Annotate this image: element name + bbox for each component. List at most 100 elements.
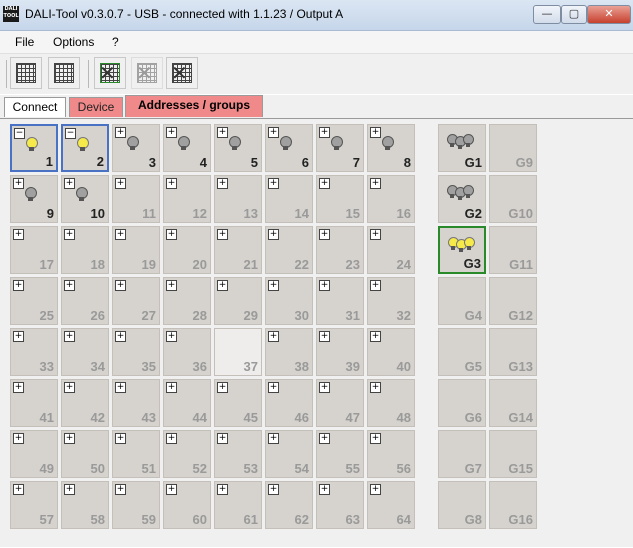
address-cell[interactable]: +41 [10,379,58,427]
address-cell[interactable]: +43 [112,379,160,427]
group-cell[interactable]: G8 [438,481,486,529]
group-cell[interactable]: G14 [489,379,537,427]
expand-icon[interactable]: + [319,433,330,444]
expand-icon[interactable]: + [217,484,228,495]
group-cell[interactable]: G5 [438,328,486,376]
expand-icon[interactable]: + [319,229,330,240]
expand-icon[interactable]: + [166,280,177,291]
grid-button[interactable] [10,57,42,89]
expand-icon[interactable]: + [64,178,75,189]
expand-icon[interactable]: + [217,433,228,444]
expand-icon[interactable]: + [13,178,24,189]
address-cell[interactable]: +63 [316,481,364,529]
address-cell[interactable]: +5 [214,124,262,172]
address-cell[interactable]: +26 [61,277,109,325]
address-cell[interactable]: +64 [367,481,415,529]
expand-icon[interactable]: + [319,127,330,138]
expand-icon[interactable]: + [370,229,381,240]
address-cell[interactable]: +13 [214,175,262,223]
grid-resize-button[interactable] [48,57,80,89]
address-cell[interactable]: +58 [61,481,109,529]
address-cell[interactable]: +52 [163,430,211,478]
expand-icon[interactable]: + [319,280,330,291]
close-button[interactable]: ✕ [587,5,631,24]
expand-icon[interactable]: + [268,178,279,189]
address-cell[interactable]: +59 [112,481,160,529]
address-cell[interactable]: +19 [112,226,160,274]
address-cell[interactable]: +22 [265,226,313,274]
expand-icon[interactable]: + [217,127,228,138]
address-cell[interactable]: +31 [316,277,364,325]
address-cell[interactable]: +51 [112,430,160,478]
address-cell[interactable]: +62 [265,481,313,529]
group-cell[interactable]: G15 [489,430,537,478]
address-cell[interactable]: +3 [112,124,160,172]
expand-icon[interactable]: + [370,331,381,342]
address-cell[interactable]: +27 [112,277,160,325]
expand-icon[interactable]: + [115,484,126,495]
expand-icon[interactable]: + [115,433,126,444]
address-cell[interactable]: +11 [112,175,160,223]
expand-icon[interactable]: + [370,127,381,138]
expand-icon[interactable]: + [115,280,126,291]
group-cell[interactable]: G6 [438,379,486,427]
expand-icon[interactable]: + [13,331,24,342]
address-cell[interactable]: +60 [163,481,211,529]
expand-icon[interactable]: + [166,127,177,138]
expand-icon[interactable]: + [115,127,126,138]
group-cell[interactable]: G4 [438,277,486,325]
expand-icon[interactable]: + [166,433,177,444]
address-cell[interactable]: +30 [265,277,313,325]
expand-icon[interactable]: + [64,433,75,444]
group-cell[interactable]: G1 [438,124,486,172]
group-cell[interactable]: G12 [489,277,537,325]
address-cell[interactable]: +9 [10,175,58,223]
group-cell[interactable]: G16 [489,481,537,529]
expand-icon[interactable]: + [370,433,381,444]
menu-file[interactable]: File [15,35,34,49]
expand-icon[interactable]: + [13,382,24,393]
expand-icon[interactable]: + [268,127,279,138]
address-cell[interactable]: +32 [367,277,415,325]
maximize-button[interactable]: ▢ [561,5,587,24]
expand-icon[interactable]: + [166,382,177,393]
address-cell[interactable]: +38 [265,328,313,376]
expand-icon[interactable]: + [370,178,381,189]
expand-icon[interactable]: + [268,484,279,495]
expand-icon[interactable]: + [166,484,177,495]
address-cell[interactable]: +57 [10,481,58,529]
expand-icon[interactable]: + [166,178,177,189]
grid-delete-all-button[interactable]: ✕ [166,57,198,89]
address-cell[interactable]: +4 [163,124,211,172]
address-cell[interactable]: +44 [163,379,211,427]
expand-icon[interactable]: + [115,229,126,240]
expand-icon[interactable]: + [217,178,228,189]
expand-icon[interactable]: + [370,280,381,291]
address-cell[interactable]: +56 [367,430,415,478]
address-cell[interactable]: +36 [163,328,211,376]
grid-delete-button[interactable]: ✕ [94,57,126,89]
address-cell[interactable]: +7 [316,124,364,172]
address-cell[interactable]: +42 [61,379,109,427]
expand-icon[interactable]: + [166,331,177,342]
address-cell[interactable]: +33 [10,328,58,376]
address-cell[interactable]: +55 [316,430,364,478]
address-cell[interactable]: +46 [265,379,313,427]
address-cell[interactable]: +53 [214,430,262,478]
address-cell[interactable]: −1 [10,124,58,172]
expand-icon[interactable]: + [13,433,24,444]
address-cell[interactable]: +50 [61,430,109,478]
expand-icon[interactable]: + [64,229,75,240]
expand-icon[interactable]: + [64,382,75,393]
address-cell[interactable]: +49 [10,430,58,478]
expand-icon[interactable]: + [268,229,279,240]
expand-icon[interactable]: + [319,178,330,189]
expand-icon[interactable]: + [370,484,381,495]
group-cell[interactable]: G13 [489,328,537,376]
address-cell[interactable]: +14 [265,175,313,223]
group-cell[interactable]: G11 [489,226,537,274]
address-cell[interactable]: +61 [214,481,262,529]
expand-icon[interactable]: + [268,331,279,342]
address-cell[interactable]: +20 [163,226,211,274]
address-cell[interactable]: +21 [214,226,262,274]
